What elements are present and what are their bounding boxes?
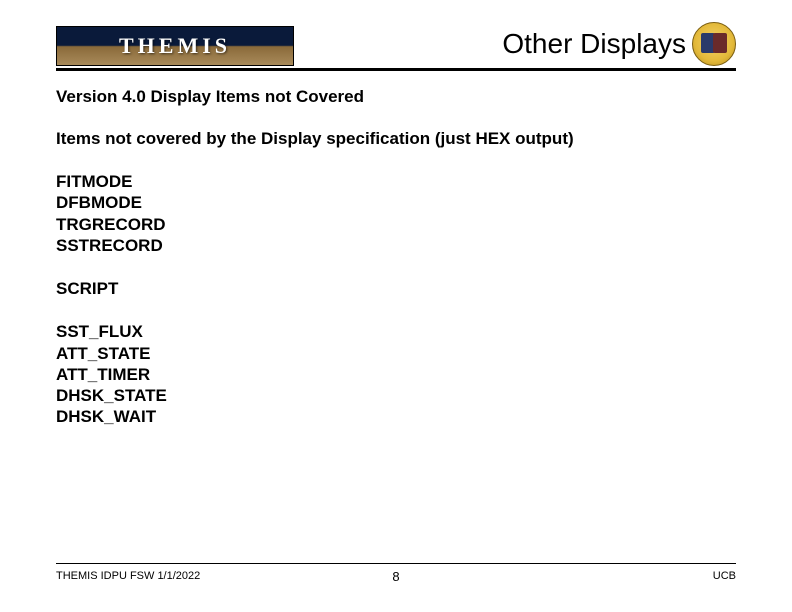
list-item: ATT_STATE xyxy=(56,343,736,364)
section-heading: Version 4.0 Display Items not Covered xyxy=(56,87,736,107)
footer-left: THEMIS IDPU FSW 1/1/2022 xyxy=(56,570,200,582)
page-number: 8 xyxy=(392,569,399,584)
list-item: FITMODE xyxy=(56,171,736,192)
list-item: ATT_TIMER xyxy=(56,364,736,385)
slide-title: Other Displays xyxy=(502,28,686,60)
title-wrap: Other Displays xyxy=(502,22,736,66)
logo-text: THEMIS xyxy=(119,33,231,59)
list-item: DFBMODE xyxy=(56,192,736,213)
footer-right: UCB xyxy=(713,570,736,582)
list-item: SCRIPT xyxy=(56,278,736,299)
item-group: FITMODE DFBMODE TRGRECORD SSTRECORD xyxy=(56,171,736,256)
list-item: TRGRECORD xyxy=(56,214,736,235)
section-subheading: Items not covered by the Display specifi… xyxy=(56,129,736,149)
slide-footer: THEMIS IDPU FSW 1/1/2022 8 UCB xyxy=(56,563,736,582)
slide: THEMIS Other Displays Version 4.0 Displa… xyxy=(56,22,736,582)
themis-logo: THEMIS xyxy=(56,26,294,66)
item-group: SST_FLUX ATT_STATE ATT_TIMER DHSK_STATE … xyxy=(56,321,736,427)
mission-badge-icon xyxy=(692,22,736,66)
list-item: SST_FLUX xyxy=(56,321,736,342)
slide-header: THEMIS Other Displays xyxy=(56,22,736,71)
list-item: SSTRECORD xyxy=(56,235,736,256)
list-item: DHSK_STATE xyxy=(56,385,736,406)
slide-content: Version 4.0 Display Items not Covered It… xyxy=(56,71,736,428)
list-item: DHSK_WAIT xyxy=(56,406,736,427)
item-group: SCRIPT xyxy=(56,278,736,299)
